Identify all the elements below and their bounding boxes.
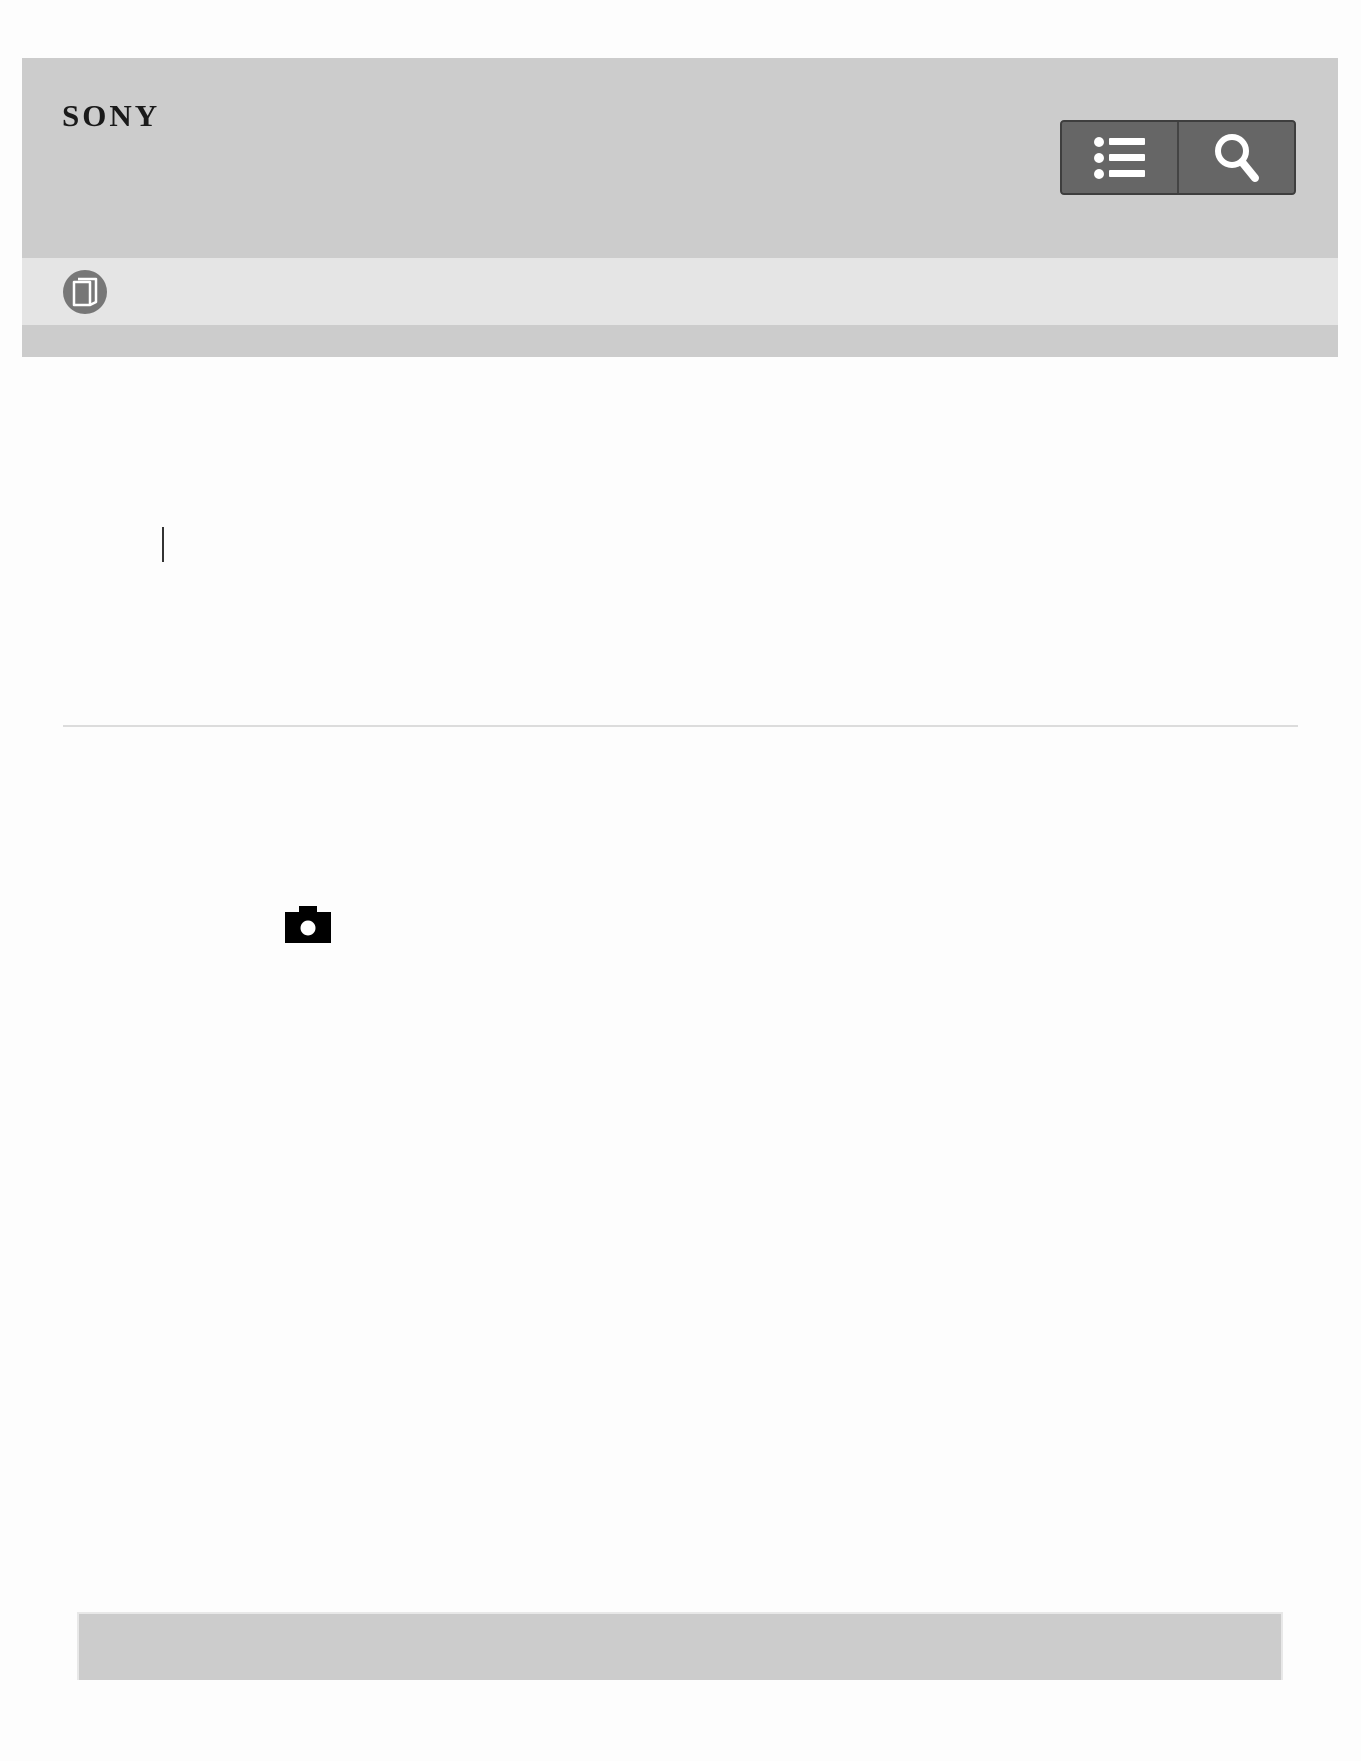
table-of-contents-button[interactable]: [1062, 122, 1177, 193]
breadcrumb-strip: [22, 325, 1338, 357]
search-icon: [1214, 133, 1259, 182]
manual-bar: [22, 258, 1338, 325]
text-caret: [162, 527, 164, 562]
footer-box: [77, 1612, 1283, 1680]
list-menu-icon: [1093, 136, 1145, 179]
brand-logo[interactable]: SONY: [62, 98, 160, 134]
header-button-group: [1060, 120, 1296, 195]
camera-icon: [285, 906, 331, 943]
page: SONY: [0, 0, 1361, 1761]
section-divider: [63, 725, 1298, 727]
site-header: SONY: [22, 58, 1338, 258]
manual-book-icon[interactable]: [63, 270, 107, 314]
search-button[interactable]: [1177, 122, 1294, 193]
